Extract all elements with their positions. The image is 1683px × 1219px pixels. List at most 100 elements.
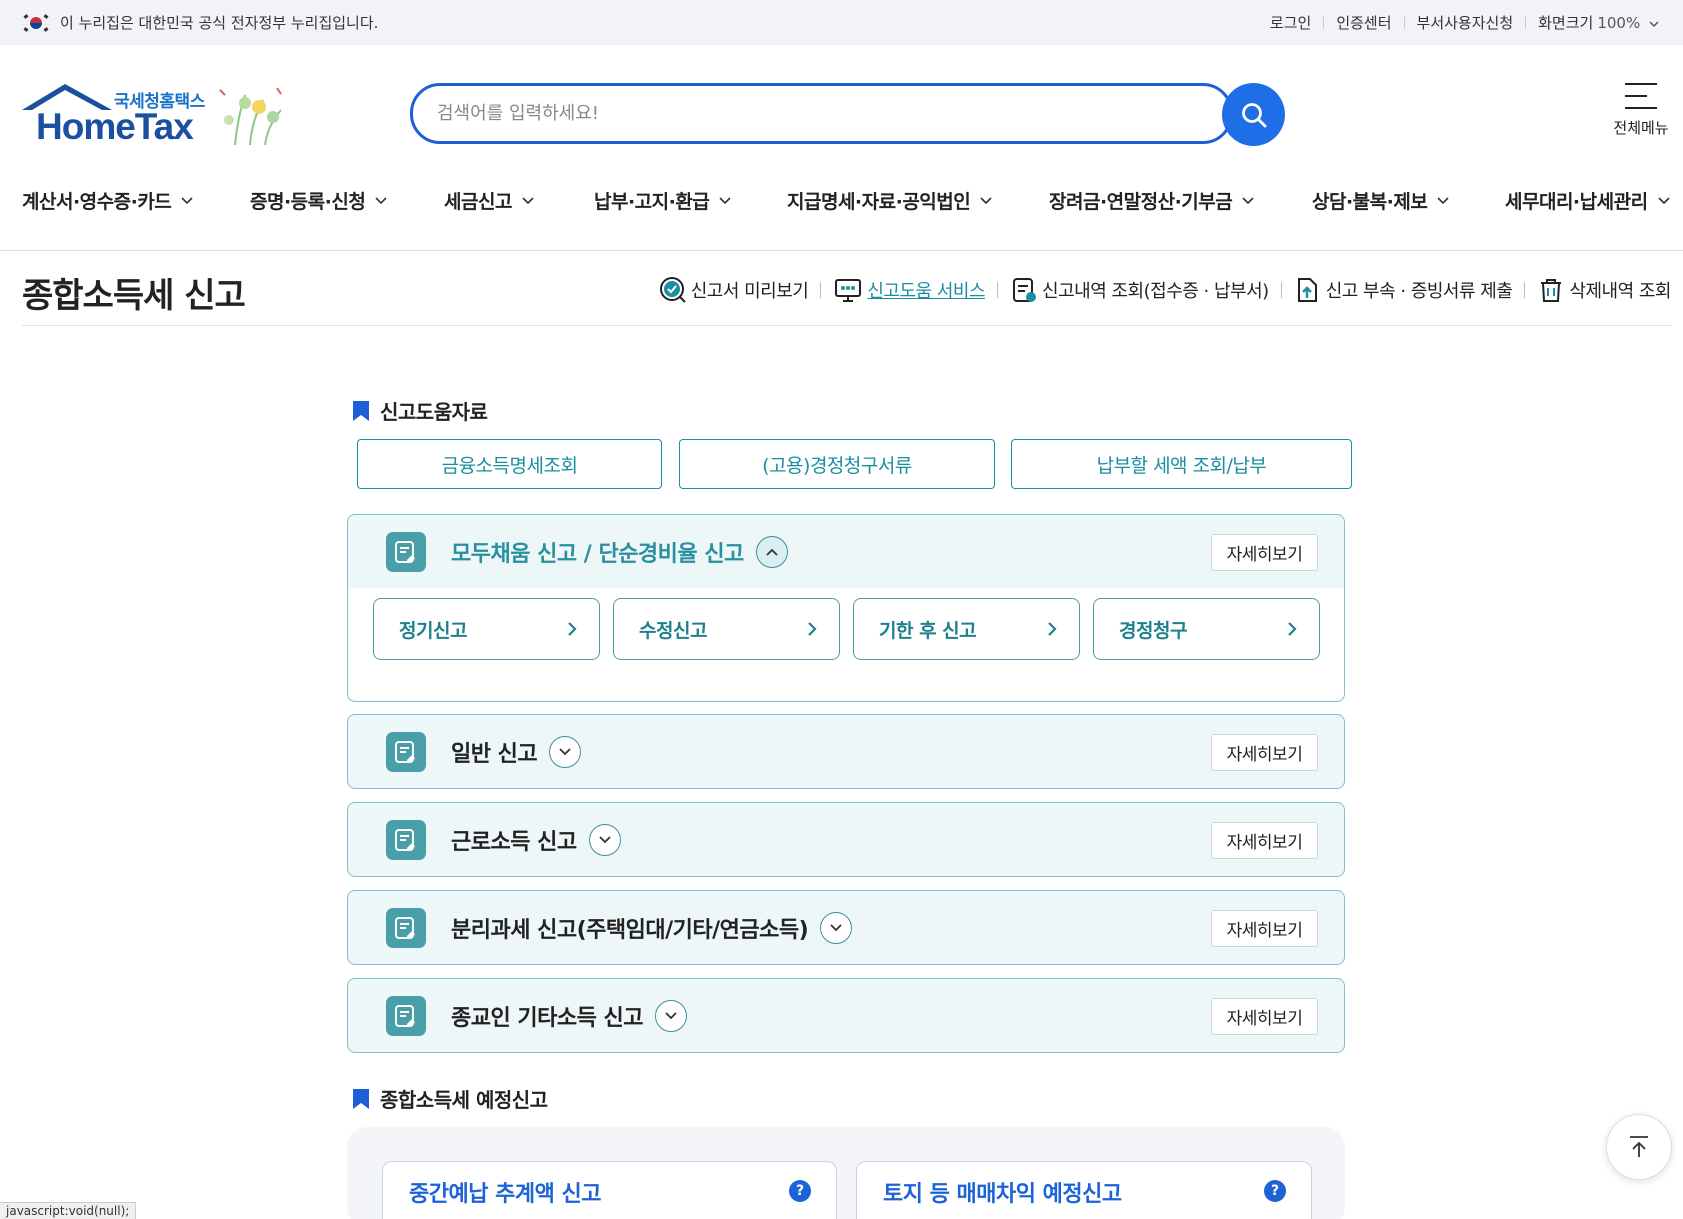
report-document-icon	[386, 732, 426, 772]
document-list-icon	[1013, 278, 1037, 302]
gnb-item-certificate[interactable]: 증명·등록·신청	[250, 175, 387, 225]
chevron-down-icon[interactable]	[588, 823, 621, 856]
card-title: 토지 등 매매차익 예정신고	[883, 1182, 1122, 1207]
chevron-down-icon[interactable]	[820, 911, 853, 944]
login-link[interactable]: 로그인	[1258, 12, 1323, 33]
check-circle-icon	[659, 277, 686, 303]
gnb-label: 장려금·연말정산·기부금	[1049, 190, 1233, 213]
chevron-right-icon	[568, 622, 577, 636]
accordion-separate-tax[interactable]: 분리과세 신고(주택임대/기타/연금소득) 자세히보기	[347, 890, 1345, 965]
attachment-link-label: 신고 부속 · 증빙서류 제출	[1325, 281, 1513, 302]
chevron-down-icon	[719, 197, 731, 205]
accordion-title: 일반 신고	[451, 735, 582, 768]
accordion-title-text: 종교인 기타소득 신고	[451, 1005, 643, 1031]
search-box	[410, 83, 1233, 144]
deleted-history-link-label: 삭제내역 조회	[1569, 281, 1671, 302]
auth-center-link[interactable]: 인증센터	[1324, 12, 1403, 33]
help-question-icon[interactable]: ?	[789, 1180, 811, 1202]
divider	[820, 282, 822, 298]
upload-document-icon	[1297, 278, 1317, 302]
main-navigation: 계산서·영수증·카드 증명·등록·신청 세금신고 납부·고지·환급 지급명세·자…	[0, 175, 1683, 250]
help-service-link[interactable]: 신고도움 서비스	[833, 276, 986, 304]
hamburger-icon	[1625, 83, 1657, 109]
chevron-down-icon[interactable]	[654, 999, 687, 1032]
interim-prepayment-card[interactable]: 중간예납 추계액 신고 ?	[382, 1161, 837, 1219]
deleted-history-link[interactable]: 삭제내역 조회	[1537, 276, 1671, 304]
zoom-value: 100%	[1597, 14, 1641, 32]
search-button[interactable]	[1222, 83, 1285, 146]
land-sale-card[interactable]: 토지 등 매매차익 예정신고 ?	[856, 1161, 1312, 1219]
zoom-label: 화면크기	[1538, 14, 1594, 32]
divider	[1524, 282, 1526, 298]
help-question-icon[interactable]: ?	[1264, 1180, 1286, 1202]
detail-button[interactable]: 자세히보기	[1211, 822, 1318, 859]
divider	[997, 282, 999, 298]
accordion-title-text: 분리과세 신고(주택임대/기타/연금소득)	[451, 917, 809, 943]
chevron-up-icon[interactable]	[755, 535, 788, 568]
correction-docs-button[interactable]: (고용)경정청구서류	[679, 439, 995, 489]
monitor-help-icon	[835, 279, 862, 302]
detail-button[interactable]: 자세히보기	[1211, 734, 1318, 771]
financial-income-button[interactable]: 금융소득명세조회	[357, 439, 662, 489]
report-document-icon	[386, 908, 426, 948]
detail-button[interactable]: 자세히보기	[1211, 534, 1318, 571]
page-title: 종합소득세 신고	[22, 276, 246, 316]
amended-report-button[interactable]: 수정신고	[613, 598, 840, 660]
accordion-earned-income[interactable]: 근로소득 신고 자세히보기	[347, 802, 1345, 877]
scroll-top-button[interactable]	[1606, 1114, 1672, 1180]
gnb-item-incentive[interactable]: 장려금·연말정산·기부금	[1049, 175, 1254, 225]
zoom-control[interactable]: 화면크기 100%	[1526, 12, 1671, 33]
accordion-body: 정기신고 수정신고 기한 후 신고 경정청구	[348, 588, 1344, 700]
accordion-title: 분리과세 신고(주택임대/기타/연금소득)	[451, 911, 853, 944]
preview-link[interactable]: 신고서 미리보기	[659, 276, 809, 304]
gnb-item-statement[interactable]: 지급명세·자료·공익법인	[787, 175, 992, 225]
history-link[interactable]: 신고내역 조회(접수증 · 납부서)	[1010, 276, 1269, 304]
chevron-down-icon	[1657, 197, 1670, 205]
accordion-title-text: 근로소득 신고	[451, 829, 577, 855]
gov-banner-text: 이 누리집은 대한민국 공식 전자정부 누리집입니다.	[60, 14, 379, 32]
flower-decoration-icon	[219, 87, 282, 146]
gnb-item-agent[interactable]: 세무대리·납세관리	[1505, 175, 1670, 225]
late-report-button[interactable]: 기한 후 신고	[853, 598, 1080, 660]
gnb-item-invoice[interactable]: 계산서·영수증·카드	[22, 175, 193, 225]
bookmark-icon	[353, 1088, 369, 1109]
sub-button-label: 정기신고	[399, 619, 467, 642]
accordion-header[interactable]: 모두채움 신고 / 단순경비율 신고 자세히보기	[348, 515, 1344, 588]
detail-button[interactable]: 자세히보기	[1211, 998, 1318, 1035]
accordion-title: 종교인 기타소득 신고	[451, 999, 687, 1032]
accordion-simple-report: 모두채움 신고 / 단순경비율 신고 자세히보기 정기신고 수정신고 기한 후 …	[347, 514, 1345, 702]
chevron-down-icon	[1242, 197, 1254, 205]
chevron-right-icon	[1288, 622, 1297, 636]
gnb-item-consult[interactable]: 상담·불복·제보	[1312, 175, 1449, 225]
accordion-title: 근로소득 신고	[451, 823, 621, 856]
accordion-religious-income[interactable]: 종교인 기타소득 신고 자세히보기	[347, 978, 1345, 1053]
trash-icon	[1541, 279, 1562, 302]
gnb-label: 계산서·영수증·카드	[22, 190, 172, 213]
logo-title: HomeTax	[36, 106, 194, 147]
chevron-down-icon	[1437, 197, 1449, 205]
detail-button[interactable]: 자세히보기	[1211, 910, 1318, 947]
correction-claim-button[interactable]: 경정청구	[1093, 598, 1320, 660]
card-title: 중간예납 추계액 신고	[409, 1182, 601, 1207]
gnb-item-tax-report[interactable]: 세금신고	[444, 175, 534, 225]
accordion-title-text: 일반 신고	[451, 741, 538, 767]
gnb-label: 세무대리·납세관리	[1505, 190, 1648, 213]
history-link-label: 신고내역 조회(접수증 · 납부서)	[1042, 281, 1269, 302]
gnb-label: 증명·등록·신청	[250, 190, 366, 213]
attachment-link[interactable]: 신고 부속 · 증빙서류 제출	[1294, 276, 1513, 304]
tax-payment-button[interactable]: 납부할 세액 조회/납부	[1011, 439, 1352, 489]
sub-button-label: 기한 후 신고	[879, 619, 977, 642]
dept-user-link[interactable]: 부서사용자신청	[1405, 12, 1526, 33]
pre-report-title: 종합소득세 예정신고	[380, 1088, 548, 1112]
report-document-icon	[386, 820, 426, 860]
all-menu-button[interactable]: 전체메뉴	[1606, 83, 1676, 138]
gnb-item-payment[interactable]: 납부·고지·환급	[594, 175, 731, 225]
search-input[interactable]	[437, 103, 1137, 124]
preview-link-label: 신고서 미리보기	[690, 281, 809, 302]
regular-report-button[interactable]: 정기신고	[373, 598, 600, 660]
all-menu-label: 전체메뉴	[1613, 119, 1669, 137]
report-document-icon	[386, 532, 426, 572]
accordion-general-report[interactable]: 일반 신고 자세히보기	[347, 714, 1345, 789]
chevron-down-icon[interactable]	[549, 735, 582, 768]
gnb-label: 지급명세·자료·공익법인	[787, 190, 971, 213]
